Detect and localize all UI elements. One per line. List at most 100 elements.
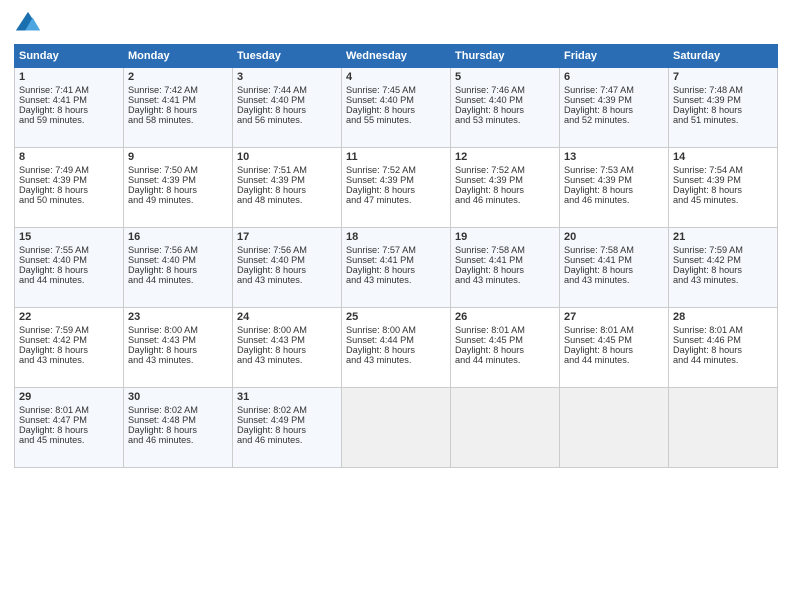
calendar-header-row: SundayMondayTuesdayWednesdayThursdayFrid…	[15, 45, 778, 68]
day-info-line: Sunrise: 7:50 AM	[128, 165, 228, 175]
day-info-line: Daylight: 8 hours	[19, 105, 119, 115]
day-info-line: and 44 minutes.	[455, 355, 555, 365]
day-info-line: Sunset: 4:41 PM	[455, 255, 555, 265]
calendar-cell: 21Sunrise: 7:59 AMSunset: 4:42 PMDayligh…	[669, 228, 778, 308]
day-info-line: and 43 minutes.	[237, 355, 337, 365]
day-number: 4	[346, 71, 446, 83]
day-info-line: and 48 minutes.	[237, 195, 337, 205]
day-number: 3	[237, 71, 337, 83]
day-info-line: and 44 minutes.	[564, 355, 664, 365]
day-info-line: and 59 minutes.	[19, 115, 119, 125]
day-info-line: Daylight: 8 hours	[564, 105, 664, 115]
day-info-line: Sunrise: 8:00 AM	[346, 325, 446, 335]
day-info-line: Daylight: 8 hours	[19, 185, 119, 195]
day-info-line: Sunset: 4:41 PM	[19, 95, 119, 105]
calendar-cell	[669, 388, 778, 468]
day-info-line: Sunrise: 7:44 AM	[237, 85, 337, 95]
calendar-cell	[451, 388, 560, 468]
day-info-line: Sunset: 4:39 PM	[564, 175, 664, 185]
day-info-line: Sunrise: 7:48 AM	[673, 85, 773, 95]
day-info-line: and 58 minutes.	[128, 115, 228, 125]
calendar-cell: 7Sunrise: 7:48 AMSunset: 4:39 PMDaylight…	[669, 68, 778, 148]
day-number: 1	[19, 71, 119, 83]
day-info-line: Sunset: 4:39 PM	[128, 175, 228, 185]
day-info-line: and 53 minutes.	[455, 115, 555, 125]
day-info-line: and 46 minutes.	[128, 435, 228, 445]
day-info-line: Sunrise: 8:01 AM	[455, 325, 555, 335]
day-info-line: and 43 minutes.	[564, 275, 664, 285]
calendar-cell: 19Sunrise: 7:58 AMSunset: 4:41 PMDayligh…	[451, 228, 560, 308]
calendar-cell: 17Sunrise: 7:56 AMSunset: 4:40 PMDayligh…	[233, 228, 342, 308]
calendar-cell: 8Sunrise: 7:49 AMSunset: 4:39 PMDaylight…	[15, 148, 124, 228]
day-info-line: Daylight: 8 hours	[19, 425, 119, 435]
calendar-cell	[560, 388, 669, 468]
calendar-cell: 29Sunrise: 8:01 AMSunset: 4:47 PMDayligh…	[15, 388, 124, 468]
day-info-line: Daylight: 8 hours	[455, 185, 555, 195]
day-info-line: Sunset: 4:40 PM	[19, 255, 119, 265]
calendar-cell: 3Sunrise: 7:44 AMSunset: 4:40 PMDaylight…	[233, 68, 342, 148]
day-number: 20	[564, 231, 664, 243]
calendar-cell: 15Sunrise: 7:55 AMSunset: 4:40 PMDayligh…	[15, 228, 124, 308]
day-info-line: and 45 minutes.	[673, 195, 773, 205]
calendar-cell: 13Sunrise: 7:53 AMSunset: 4:39 PMDayligh…	[560, 148, 669, 228]
day-info-line: and 44 minutes.	[128, 275, 228, 285]
weekday-header: Monday	[124, 45, 233, 68]
calendar-cell: 30Sunrise: 8:02 AMSunset: 4:48 PMDayligh…	[124, 388, 233, 468]
calendar-week-row: 15Sunrise: 7:55 AMSunset: 4:40 PMDayligh…	[15, 228, 778, 308]
day-number: 27	[564, 311, 664, 323]
day-number: 7	[673, 71, 773, 83]
calendar-table: SundayMondayTuesdayWednesdayThursdayFrid…	[14, 44, 778, 468]
day-number: 14	[673, 151, 773, 163]
calendar-body: 1Sunrise: 7:41 AMSunset: 4:41 PMDaylight…	[15, 68, 778, 468]
day-info-line: and 43 minutes.	[346, 275, 446, 285]
day-info-line: Daylight: 8 hours	[19, 265, 119, 275]
calendar-cell: 4Sunrise: 7:45 AMSunset: 4:40 PMDaylight…	[342, 68, 451, 148]
logo	[14, 10, 46, 38]
calendar-cell: 23Sunrise: 8:00 AMSunset: 4:43 PMDayligh…	[124, 308, 233, 388]
day-number: 23	[128, 311, 228, 323]
day-info-line: Sunset: 4:40 PM	[237, 255, 337, 265]
day-info-line: Daylight: 8 hours	[346, 105, 446, 115]
calendar-cell	[342, 388, 451, 468]
day-info-line: and 43 minutes.	[455, 275, 555, 285]
logo-icon	[14, 10, 42, 38]
day-info-line: and 55 minutes.	[346, 115, 446, 125]
day-number: 2	[128, 71, 228, 83]
day-number: 19	[455, 231, 555, 243]
day-info-line: and 43 minutes.	[237, 275, 337, 285]
day-info-line: Sunset: 4:48 PM	[128, 415, 228, 425]
day-number: 21	[673, 231, 773, 243]
day-number: 24	[237, 311, 337, 323]
day-info-line: Sunset: 4:39 PM	[564, 95, 664, 105]
day-info-line: Daylight: 8 hours	[455, 345, 555, 355]
day-number: 9	[128, 151, 228, 163]
day-info-line: Daylight: 8 hours	[673, 185, 773, 195]
day-info-line: Sunset: 4:40 PM	[128, 255, 228, 265]
day-info-line: and 46 minutes.	[564, 195, 664, 205]
weekday-header: Thursday	[451, 45, 560, 68]
day-number: 8	[19, 151, 119, 163]
day-info-line: and 43 minutes.	[673, 275, 773, 285]
day-info-line: Daylight: 8 hours	[128, 425, 228, 435]
day-number: 17	[237, 231, 337, 243]
day-info-line: and 43 minutes.	[346, 355, 446, 365]
calendar-cell: 14Sunrise: 7:54 AMSunset: 4:39 PMDayligh…	[669, 148, 778, 228]
day-info-line: Sunset: 4:42 PM	[673, 255, 773, 265]
calendar-cell: 24Sunrise: 8:00 AMSunset: 4:43 PMDayligh…	[233, 308, 342, 388]
day-info-line: Sunrise: 8:02 AM	[237, 405, 337, 415]
day-info-line: Sunset: 4:46 PM	[673, 335, 773, 345]
weekday-header: Saturday	[669, 45, 778, 68]
calendar-cell: 25Sunrise: 8:00 AMSunset: 4:44 PMDayligh…	[342, 308, 451, 388]
day-info-line: Sunset: 4:41 PM	[564, 255, 664, 265]
day-info-line: Sunrise: 7:59 AM	[673, 245, 773, 255]
day-info-line: Sunrise: 8:02 AM	[128, 405, 228, 415]
calendar-cell: 27Sunrise: 8:01 AMSunset: 4:45 PMDayligh…	[560, 308, 669, 388]
day-info-line: and 56 minutes.	[237, 115, 337, 125]
day-info-line: Daylight: 8 hours	[128, 345, 228, 355]
day-info-line: Daylight: 8 hours	[346, 265, 446, 275]
calendar-cell: 26Sunrise: 8:01 AMSunset: 4:45 PMDayligh…	[451, 308, 560, 388]
weekday-header: Wednesday	[342, 45, 451, 68]
calendar-week-row: 29Sunrise: 8:01 AMSunset: 4:47 PMDayligh…	[15, 388, 778, 468]
day-number: 11	[346, 151, 446, 163]
calendar-week-row: 8Sunrise: 7:49 AMSunset: 4:39 PMDaylight…	[15, 148, 778, 228]
